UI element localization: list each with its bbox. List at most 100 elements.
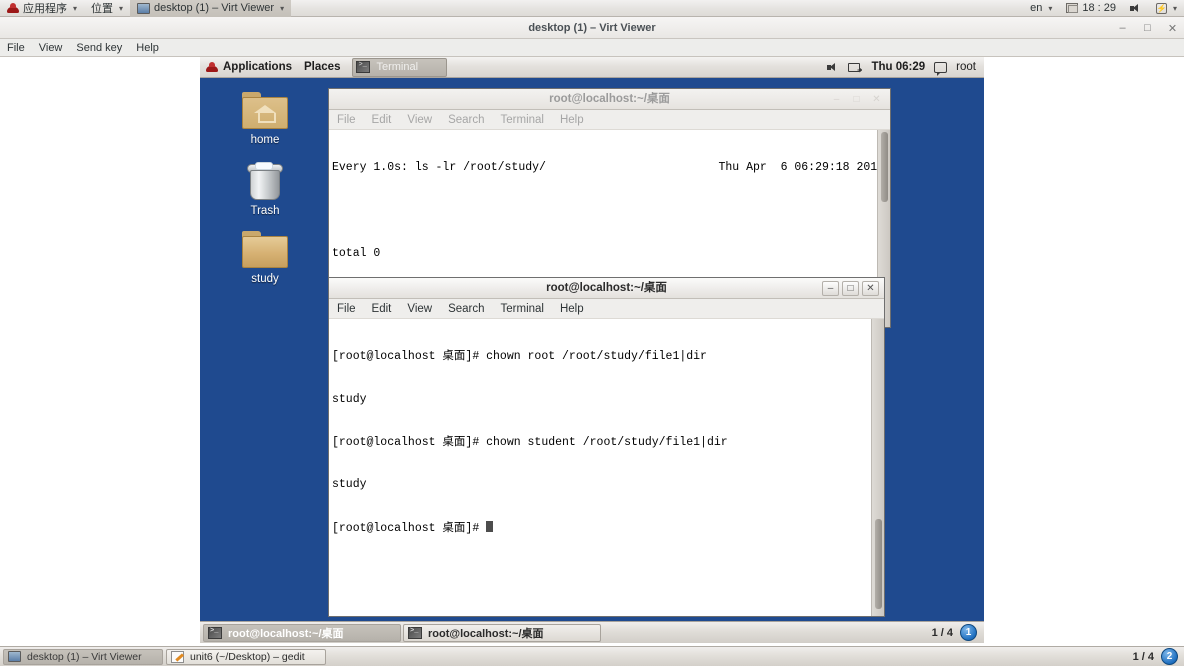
gnome-top-panel: Applications Places Terminal Thu 06:29 r… [200,57,984,78]
host-clock-label: 18 : 29 [1082,2,1116,14]
close-button[interactable]: ✕ [868,92,885,107]
desktop-icon-label: study [251,273,279,285]
viewer-right-margin [984,57,1184,643]
terminal-back-title: root@localhost:~/桌面 [549,93,670,105]
host-places-menu[interactable]: 位置 ▾ [84,0,130,17]
terminal-front-output[interactable]: [root@localhost 桌面]# chown root /root/st… [329,319,884,616]
terminal-back-titlebar[interactable]: root@localhost:~/桌面 – □ ✕ [329,89,890,110]
host-bottom-panel: desktop (1) – Virt Viewer unit6 (~/Deskt… [0,646,1184,666]
host-applications-menu[interactable]: 应用程序 ▾ [0,0,84,17]
terminal-line: total 0 [332,246,381,260]
terminal-front-titlebar[interactable]: root@localhost:~/桌面 – □ ✕ [329,278,884,299]
menu-terminal[interactable]: Terminal [493,299,552,319]
menu-help[interactable]: Help [129,39,166,57]
workspace-indicator[interactable]: 1 [960,624,977,641]
vm-places-menu[interactable]: Places [298,57,346,78]
menu-view[interactable]: View [32,39,70,57]
terminal-front-title: root@localhost:~/桌面 [546,282,667,294]
terminal-icon [356,61,371,73]
desktop-icon-study[interactable]: study [200,217,330,285]
terminal-window-front[interactable]: root@localhost:~/桌面 – □ ✕ File Edit View… [328,277,885,617]
vm-applications-menu[interactable]: Applications [200,57,298,78]
host-pager: 1 / 4 2 [1133,648,1181,665]
desktop-icon-home[interactable]: home [200,78,330,146]
user-icon [934,61,948,76]
terminal-line: [root@localhost 桌面]# chown root /root/st… [332,350,707,364]
menu-help[interactable]: Help [552,299,592,319]
home-folder-icon [242,92,288,129]
host-applications-label: 应用程序 [23,3,67,15]
minimize-button[interactable]: – [822,281,839,296]
terminal-icon [208,626,222,639]
terminal-line: study [332,478,367,492]
vm-user-label[interactable]: root [956,61,976,73]
vm-clock[interactable]: Thu 06:29 [871,61,925,73]
menu-view[interactable]: View [399,299,440,319]
host-taskbar-item-label: unit6 (~/Desktop) – gedit [190,650,305,663]
chevron-down-icon: ▾ [1172,3,1177,13]
menu-search[interactable]: Search [440,110,492,130]
host-battery-indicator[interactable]: ⚡ ▾ [1149,0,1184,17]
gnome-panel-tray: Thu 06:29 root [827,61,984,76]
taskbar-item-terminal-1[interactable]: root@localhost:~/桌面 [203,623,401,642]
menu-edit[interactable]: Edit [364,299,400,319]
menu-view[interactable]: View [399,110,440,130]
menu-send-key[interactable]: Send key [69,39,129,57]
minimize-button[interactable]: – [1117,22,1128,34]
terminal-prompt: [root@localhost 桌面]# [332,521,487,535]
chevron-down-icon: ▾ [119,3,124,13]
host-taskbar-item-virt-viewer[interactable]: desktop (1) – Virt Viewer [3,648,163,665]
host-taskbar-item-gedit[interactable]: unit6 (~/Desktop) – gedit [166,648,326,665]
menu-terminal[interactable]: Terminal [493,110,552,130]
minimize-button[interactable]: – [828,92,845,107]
virt-viewer-titlebar: desktop (1) – Virt Viewer – □ ✕ [0,17,1184,39]
gnome-bottom-panel: root@localhost:~/桌面 root@localhost:~/桌面 … [200,621,984,643]
monitor-icon [8,651,21,662]
maximize-button[interactable]: □ [842,281,859,296]
scrollbar-thumb[interactable] [875,519,882,609]
keyboard-layout-indicator[interactable]: en ▾ [1023,0,1059,17]
vm-display: Applications Places Terminal Thu 06:29 r… [200,57,984,643]
close-button[interactable]: ✕ [1167,22,1178,35]
network-icon[interactable] [848,62,862,73]
terminal-line: Every 1.0s: ls -lr /root/study/ Thu Apr … [332,161,885,175]
terminal-front-scrollbar[interactable] [871,319,884,616]
speaker-icon[interactable] [827,62,839,73]
monitor-icon [137,2,151,14]
battery-icon: ⚡ [1155,2,1167,14]
chevron-down-icon: ▾ [1048,3,1053,13]
host-top-panel: 应用程序 ▾ 位置 ▾ desktop (1) – Virt Viewer ▾ … [0,0,1184,17]
close-button[interactable]: ✕ [862,281,879,296]
host-window-label: desktop (1) – Virt Viewer [154,2,275,14]
scrollbar-thumb[interactable] [881,132,888,202]
keyboard-layout-label: en [1030,2,1043,14]
taskbar-item-terminal-2[interactable]: root@localhost:~/桌面 [403,623,601,642]
host-window-menu[interactable]: desktop (1) – Virt Viewer ▾ [130,0,292,17]
menu-search[interactable]: Search [440,299,492,319]
virt-viewer-window-controls: – □ ✕ [1117,17,1178,39]
host-workspace-indicator[interactable]: 2 [1161,648,1178,665]
host-pager-label: 1 / 4 [1132,650,1154,663]
terminal-icon [408,626,422,639]
taskbar-item-label: root@localhost:~/桌面 [428,627,544,640]
folder-icon [242,231,288,268]
trash-icon [244,160,286,200]
menu-file[interactable]: File [0,39,32,57]
screen-root: 应用程序 ▾ 位置 ▾ desktop (1) – Virt Viewer ▾ … [0,0,1184,666]
redhat-logo-icon [206,61,218,73]
menu-file[interactable]: File [329,299,364,319]
menu-edit[interactable]: Edit [364,110,400,130]
host-taskbar-item-label: desktop (1) – Virt Viewer [27,650,142,663]
maximize-button[interactable]: □ [1142,22,1153,34]
terminal-line: study [332,393,367,406]
menu-file[interactable]: File [329,110,364,130]
host-volume-button[interactable] [1123,0,1149,17]
terminal-prompt-line: [root@localhost 桌面]# [332,520,884,535]
vm-window-list-terminal[interactable]: Terminal [352,57,448,77]
virt-viewer-title: desktop (1) – Virt Viewer [528,22,656,34]
gedit-icon [171,650,184,663]
desktop-icon-trash[interactable]: Trash [200,146,330,217]
host-clock[interactable]: 18 : 29 [1059,0,1123,17]
maximize-button[interactable]: □ [848,92,865,107]
menu-help[interactable]: Help [552,110,592,130]
